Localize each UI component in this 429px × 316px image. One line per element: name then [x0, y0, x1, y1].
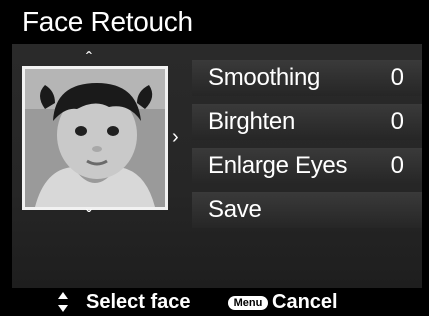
face-photo: [25, 69, 165, 207]
menu-item-label: Save: [208, 196, 262, 223]
menu-item-label: Birghten: [208, 108, 295, 135]
menu-item-label: Smoothing: [208, 64, 321, 91]
chevron-down-icon[interactable]: ˇ: [86, 208, 92, 226]
select-face-hint: Select face: [86, 291, 191, 313]
chevron-right-icon[interactable]: ›: [172, 127, 179, 147]
menu-item-enlarge-eyes[interactable]: Enlarge Eyes 0: [192, 148, 422, 184]
title-bar: Face Retouch: [0, 0, 429, 44]
menu-item-value: 0: [390, 152, 404, 179]
menu-item-value: 0: [390, 64, 404, 91]
menu-button-icon: Menu: [228, 296, 268, 310]
menu-item-label: Enlarge Eyes: [208, 152, 348, 179]
face-thumbnail[interactable]: [22, 66, 168, 210]
menu-item-save[interactable]: Save: [192, 192, 422, 228]
updown-arrows-icon: [58, 292, 68, 312]
menu-item-smoothing[interactable]: Smoothing 0: [192, 60, 422, 96]
cancel-hint: Cancel: [272, 291, 338, 313]
face-retouch-screen: Face Retouch ˆ ˇ › Smoothing 0 Birghten …: [0, 0, 429, 316]
screen-title: Face Retouch: [22, 6, 193, 37]
menu-item-brighten[interactable]: Birghten 0: [192, 104, 422, 140]
menu-item-value: 0: [390, 108, 404, 135]
